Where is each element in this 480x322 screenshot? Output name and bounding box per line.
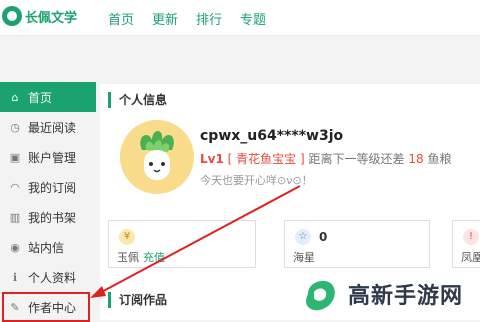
- level-badge: Lv1: [200, 152, 224, 166]
- account-icon: ▣: [9, 150, 21, 164]
- watermark: 高新手游网: [300, 268, 480, 320]
- watermark-logo-icon: [306, 280, 335, 311]
- sidebar-item-messages[interactable]: ◉ 站内信: [0, 232, 96, 262]
- sidebar-item-label: 我的订阅: [28, 180, 77, 195]
- user-icon: ℹ: [12, 270, 18, 284]
- books-icon: ▥: [9, 210, 21, 224]
- cabbage-avatar-icon: [120, 120, 194, 194]
- phoenix-icon: !: [463, 229, 479, 245]
- sidebar: ⌂ 首页 ◷ 最近阅读 ▣ 账户管理 ◠ 我的订阅 ▥ 我的书架 ◉ 站内信 ℹ…: [0, 82, 96, 322]
- section-title-profile: 个人信息: [108, 92, 167, 108]
- nav-ranking[interactable]: 排行: [196, 9, 222, 28]
- avatar[interactable]: [120, 120, 194, 194]
- starfish-label: 海星: [293, 251, 315, 264]
- logo-icon: [2, 6, 22, 26]
- user-motto: 今天也要开心咩⊙ν⊙！: [200, 174, 313, 187]
- rank-title: [ 青花鱼宝宝 ]: [227, 152, 305, 166]
- top-nav: 首页 更新 排行 专题: [108, 9, 284, 28]
- site-name: 长佩文学: [25, 10, 78, 26]
- section-title-works: 订阅作品: [108, 292, 167, 308]
- sidebar-item-label: 作者中心: [28, 300, 77, 315]
- clock-icon: ◷: [10, 120, 20, 134]
- sidebar-item-label: 首页: [28, 90, 53, 105]
- rss-icon: ◠: [10, 180, 20, 194]
- sidebar-item-recent[interactable]: ◷ 最近阅读: [0, 112, 96, 142]
- sidebar-item-home[interactable]: ⌂ 首页: [0, 82, 96, 112]
- coin-icon: ¥: [119, 229, 135, 245]
- site-logo[interactable]: 长佩文学: [2, 6, 77, 26]
- jade-label: 玉佩: [117, 251, 139, 264]
- sidebar-item-label: 账户管理: [28, 150, 77, 165]
- message-icon: ◉: [10, 240, 20, 254]
- sidebar-item-author-center[interactable]: ✎ 作者中心: [2, 292, 90, 322]
- next-level-unit: 鱼粮: [427, 152, 452, 166]
- sidebar-item-profile[interactable]: ℹ 个人资料: [0, 262, 96, 292]
- phoenix-card: ! 凤凰: [452, 220, 480, 268]
- nav-updates[interactable]: 更新: [152, 9, 178, 28]
- star-icon: ☆: [295, 229, 311, 245]
- starfish-card: ☆ 0 海星: [284, 220, 430, 268]
- username: cpwx_u64****w3jo: [200, 128, 344, 144]
- recharge-link[interactable]: 充值: [143, 249, 165, 265]
- sidebar-item-label: 我的书架: [28, 210, 77, 225]
- nav-home[interactable]: 首页: [108, 9, 134, 28]
- sidebar-item-subscriptions[interactable]: ◠ 我的订阅: [0, 172, 96, 202]
- starfish-value: 0: [319, 230, 328, 244]
- phoenix-label: 凤凰: [461, 251, 480, 264]
- sidebar-item-account[interactable]: ▣ 账户管理: [0, 142, 96, 172]
- nav-topics[interactable]: 专题: [240, 9, 266, 28]
- next-level-text: 距离下一等级还差: [308, 152, 405, 166]
- next-level-value: 18: [408, 152, 424, 166]
- home-icon: ⌂: [11, 90, 19, 104]
- pencil-icon: ✎: [10, 300, 20, 314]
- watermark-text: 高新手游网: [348, 284, 464, 309]
- top-bar: 长佩文学 首页 更新 排行 专题: [0, 0, 480, 36]
- sidebar-item-label: 最近阅读: [28, 120, 77, 135]
- jade-card: ¥ 玉佩 充值: [108, 220, 256, 268]
- sidebar-item-label: 个人资料: [28, 270, 77, 285]
- sidebar-item-bookshelf[interactable]: ▥ 我的书架: [0, 202, 96, 232]
- sidebar-item-label: 站内信: [28, 240, 65, 255]
- level-info: Lv1 [ 青花鱼宝宝 ] 距离下一等级还差 18 鱼粮: [200, 150, 451, 167]
